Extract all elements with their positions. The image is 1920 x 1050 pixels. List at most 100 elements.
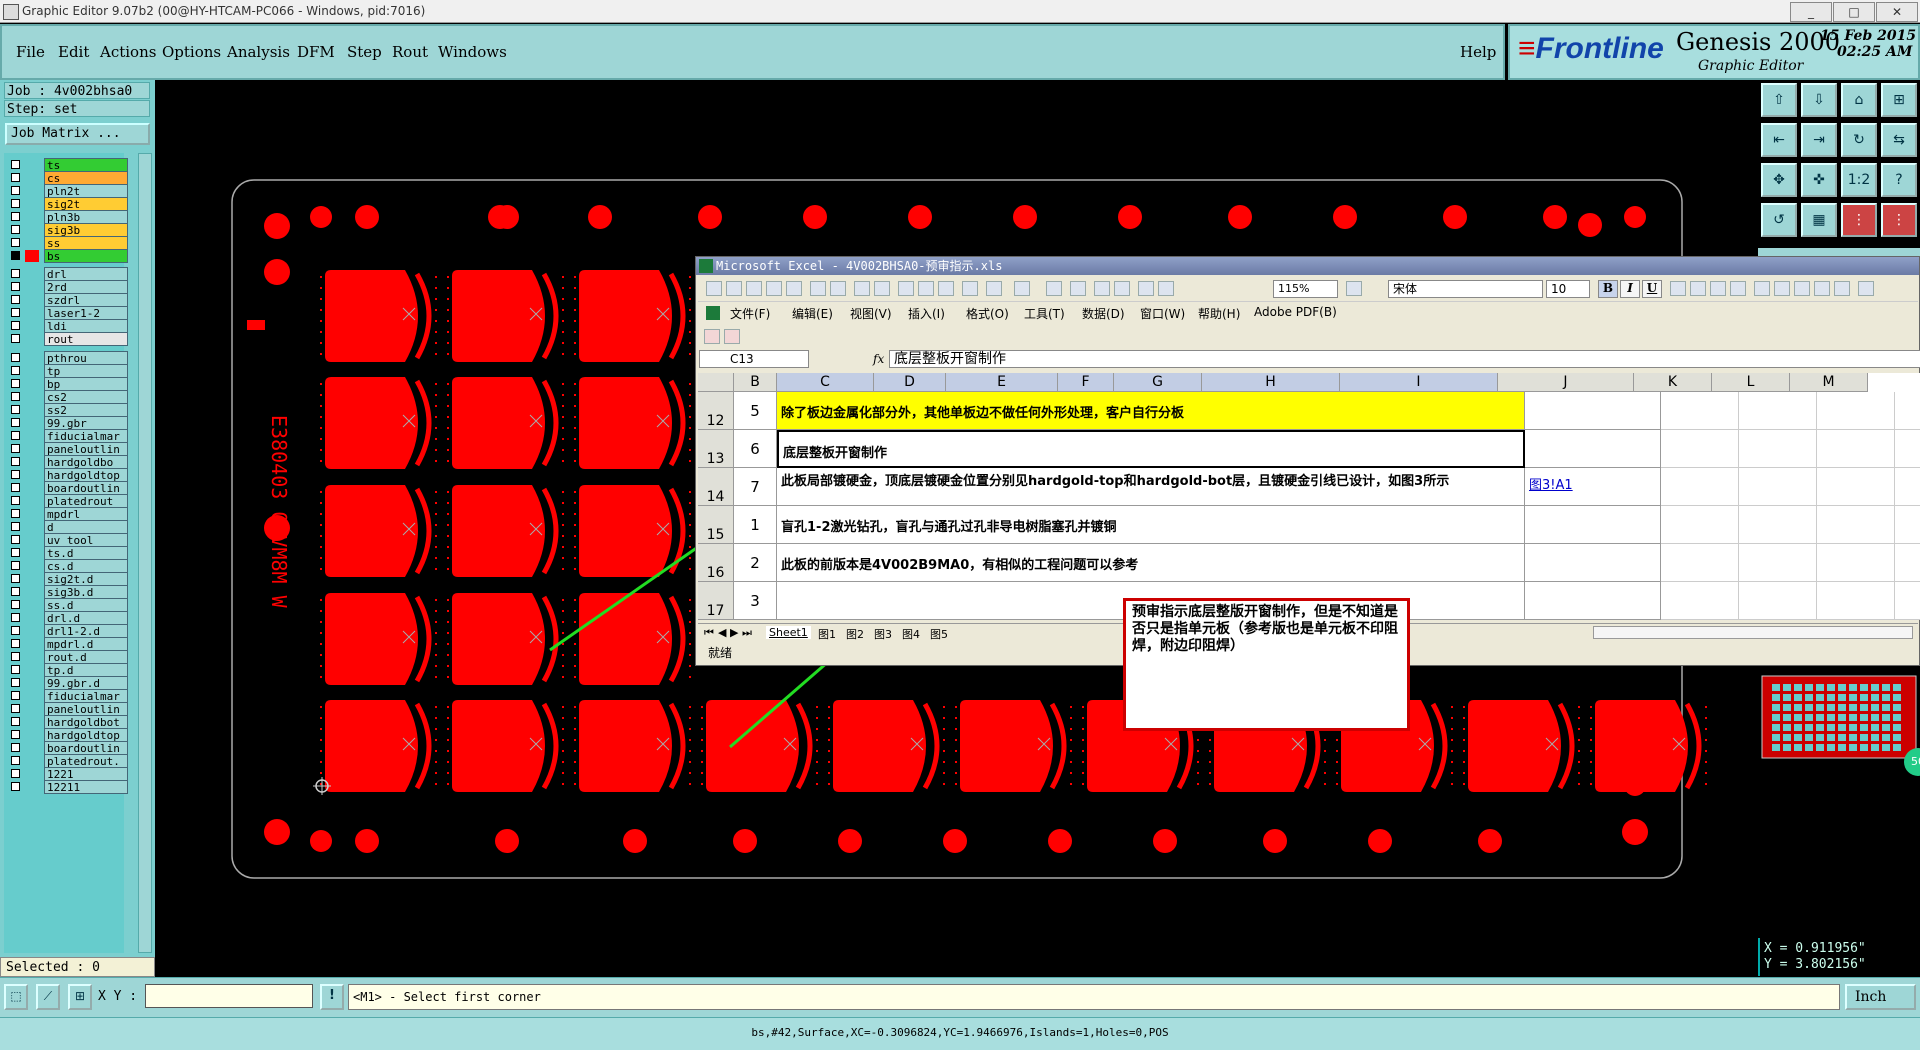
layer-checkbox[interactable]	[11, 444, 20, 453]
layer-row[interactable]: szdrl	[7, 293, 128, 307]
layer-row[interactable]: paneloutlin	[7, 442, 128, 456]
redraw-icon[interactable]: ↺	[1761, 203, 1797, 237]
pdf-email-icon[interactable]	[724, 329, 740, 344]
row-header[interactable]: 14	[698, 468, 734, 506]
layer-checkbox[interactable]	[11, 704, 20, 713]
row-header[interactable]: 12	[698, 392, 734, 430]
decrease-indent-icon[interactable]	[1858, 281, 1874, 296]
hyperlink-icon[interactable]	[1046, 281, 1062, 296]
layer-row[interactable]: hardgoldbo	[7, 455, 128, 469]
layer-row[interactable]: paneloutlin	[7, 702, 128, 716]
column-header[interactable]: D	[874, 373, 946, 392]
bold-button[interactable]: B	[1598, 280, 1618, 298]
drawing-icon[interactable]	[1158, 281, 1174, 296]
increase-decimal-icon[interactable]	[1814, 281, 1830, 296]
layer-checkbox[interactable]	[11, 587, 20, 596]
menu-analysis[interactable]: Analysis	[227, 43, 290, 61]
layer-row[interactable]: uv_tool	[7, 533, 128, 547]
cell-b[interactable]: 3	[734, 582, 777, 620]
layer-checkbox[interactable]	[11, 496, 20, 505]
layer-checkbox[interactable]	[11, 665, 20, 674]
layer-row[interactable]: mpdrl	[7, 507, 128, 521]
column-header[interactable]: C	[777, 373, 874, 392]
layer-row[interactable]: platedrout	[7, 494, 128, 508]
row-header[interactable]: 17	[698, 582, 734, 620]
zoom-half-icon[interactable]: 1:2	[1841, 163, 1877, 197]
sort-ascending-icon[interactable]	[1094, 281, 1110, 296]
layer-row[interactable]: 12211	[7, 780, 128, 794]
layer-row[interactable]: hardgoldtop	[7, 728, 128, 742]
cell-c[interactable]: 底层整板开窗制作	[777, 430, 1525, 468]
permission-icon[interactable]	[766, 281, 782, 296]
grid-icon[interactable]: ▦	[1801, 203, 1837, 237]
layer-checkbox[interactable]	[11, 251, 20, 260]
layer-checkbox[interactable]	[11, 756, 20, 765]
column-header[interactable]: I	[1340, 373, 1498, 392]
decrease-decimal-icon[interactable]	[1834, 281, 1850, 296]
copy-icon[interactable]	[918, 281, 934, 296]
last-sheet-icon[interactable]: ⏭	[742, 626, 752, 640]
layer-checkbox[interactable]	[11, 626, 20, 635]
zoom-in-icon[interactable]: ✥	[1761, 163, 1797, 197]
print-icon[interactable]	[810, 281, 826, 296]
layer-row[interactable]: rout.d	[7, 650, 128, 664]
row-header[interactable]: 13	[698, 430, 734, 468]
layer-row[interactable]: sig2t	[7, 197, 128, 211]
align-center-icon[interactable]	[1690, 281, 1706, 296]
layer-row[interactable]: pthrou	[7, 351, 128, 365]
spelling-icon[interactable]	[854, 281, 870, 296]
align-left-icon[interactable]	[1670, 281, 1686, 296]
unit-select[interactable]: Inch	[1845, 984, 1916, 1010]
layer-checkbox[interactable]	[11, 561, 20, 570]
layer-checkbox[interactable]	[11, 600, 20, 609]
layer-checkbox[interactable]	[11, 418, 20, 427]
layer-checkbox[interactable]	[11, 535, 20, 544]
xy-input[interactable]	[145, 984, 313, 1008]
open-icon[interactable]	[726, 281, 742, 296]
font-select[interactable]: 宋体	[1388, 280, 1543, 298]
cell-j[interactable]	[1525, 582, 1661, 620]
layer-row[interactable]: pln2t	[7, 184, 128, 198]
move-down-icon[interactable]: ⇩	[1801, 83, 1837, 117]
layer-list-scrollbar[interactable]	[138, 153, 152, 953]
layer-checkbox[interactable]	[11, 225, 20, 234]
empty-cell[interactable]	[1661, 430, 1739, 468]
cell-b[interactable]: 2	[734, 544, 777, 582]
pan-left-icon[interactable]: ⇤	[1761, 123, 1797, 157]
save-icon[interactable]	[746, 281, 762, 296]
menu-step[interactable]: Step	[347, 43, 382, 61]
layer-row[interactable]: fiducialmar	[7, 429, 128, 443]
home-icon[interactable]: ⌂	[1841, 83, 1877, 117]
excel-menu-file[interactable]: 文件(F)	[730, 305, 770, 322]
layer-checkbox[interactable]	[11, 308, 20, 317]
rotate-icon[interactable]: ↻	[1841, 123, 1877, 157]
layer-checkbox[interactable]	[11, 353, 20, 362]
layer-checkbox[interactable]	[11, 639, 20, 648]
cell-j[interactable]	[1525, 544, 1661, 582]
layer-row[interactable]: laser1-2	[7, 306, 128, 320]
menu-rout[interactable]: Rout	[392, 43, 428, 61]
cell-j[interactable]	[1525, 392, 1661, 430]
layer-row[interactable]: hardgoldbot	[7, 715, 128, 729]
layer-row[interactable]: rout	[7, 332, 128, 346]
layer-row[interactable]: tp.d	[7, 663, 128, 677]
layer-checkbox[interactable]	[11, 405, 20, 414]
excel-menu-tools[interactable]: 工具(T)	[1024, 305, 1065, 322]
swap-icon[interactable]: ⇆	[1881, 123, 1917, 157]
layer-row[interactable]: cs	[7, 171, 128, 185]
layer-row[interactable]: 2rd	[7, 280, 128, 294]
select-all-corner[interactable]	[698, 373, 734, 392]
zoom-fit-icon[interactable]: ⊞	[1881, 83, 1917, 117]
layer-checkbox[interactable]	[11, 334, 20, 343]
layer-row[interactable]: drl1-2.d	[7, 624, 128, 638]
layer-row[interactable]: platedrout.	[7, 754, 128, 768]
layer-row[interactable]: bp	[7, 377, 128, 391]
first-sheet-icon[interactable]: ⏮	[704, 626, 714, 640]
format-painter-icon[interactable]	[962, 281, 978, 296]
font-size-select[interactable]: 10	[1546, 280, 1590, 298]
layer-row[interactable]: ss	[7, 236, 128, 250]
layer-checkbox[interactable]	[11, 730, 20, 739]
select-tool-icon[interactable]: ⬚	[4, 984, 28, 1010]
chart-wizard-icon[interactable]	[1138, 281, 1154, 296]
layer-row[interactable]: drl	[7, 267, 128, 281]
